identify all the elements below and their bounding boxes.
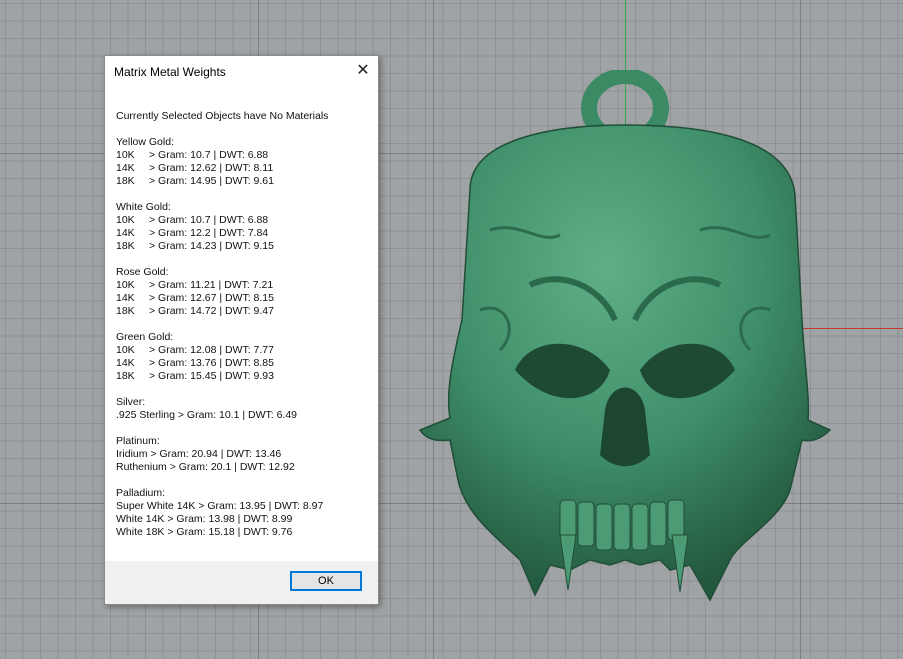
karat-label: 14K [116, 292, 135, 304]
weight-row: 14K > Gram: 12.67 | DWT: 8.15 [116, 292, 372, 305]
weight-value: > Gram: 12.67 | DWT: 8.15 [149, 292, 274, 304]
karat-label: 18K [116, 175, 135, 187]
karat-label: 10K [116, 344, 135, 356]
weight-row: 10K > Gram: 11.21 | DWT: 7.21 [116, 279, 372, 292]
weight-value: > Gram: 12.2 | DWT: 7.84 [149, 227, 269, 239]
metal-group-title: Rose Gold: [116, 266, 169, 278]
dialog-content: Currently Selected Objects have No Mater… [116, 110, 372, 552]
weight-value: > Gram: 12.62 | DWT: 8.11 [149, 162, 274, 174]
karat-label: 14K [116, 357, 135, 369]
weight-row: 14K > Gram: 12.62 | DWT: 8.11 [116, 162, 372, 175]
weight-value: > Gram: 15.45 | DWT: 9.93 [149, 370, 274, 382]
weight-value: > Gram: 10.7 | DWT: 6.88 [149, 149, 269, 161]
metal-groups: Yellow Gold: 10K > Gram: 10.7 | DWT: 6.88 1… [116, 136, 372, 539]
close-icon[interactable]: ✕ [352, 60, 374, 82]
dialog-titlebar[interactable]: Matrix Metal Weights ✕ [105, 56, 378, 87]
weight-value: > Gram: 14.72 | DWT: 9.47 [149, 305, 274, 317]
karat-label: 10K [116, 214, 135, 226]
karat-label: 10K [116, 149, 135, 161]
metal-group: White Gold: 10K > Gram: 10.7 | DWT: 6.88 14… [116, 201, 372, 253]
skull-pendant-model[interactable] [410, 70, 840, 610]
weight-row: 18K > Gram: 14.23 | DWT: 9.15 [116, 240, 372, 253]
weight-value: > Gram: 14.95 | DWT: 9.61 [149, 175, 274, 187]
metal-group: Yellow Gold: 10K > Gram: 10.7 | DWT: 6.88 1… [116, 136, 372, 188]
weight-row: Iridium > Gram: 20.94 | DWT: 13.46 [116, 448, 372, 461]
metal-group-title: Green Gold: [116, 331, 174, 343]
karat-label: 18K [116, 305, 135, 317]
weight-row: 10K > Gram: 12.08 | DWT: 7.77 [116, 344, 372, 357]
weight-value: Iridium > Gram: 20.94 | DWT: 13.46 [116, 448, 282, 460]
weight-value: > Gram: 13.76 | DWT: 8.85 [149, 357, 274, 369]
weight-value: .925 Sterling > Gram: 10.1 | DWT: 6.49 [116, 409, 298, 421]
metal-group: Green Gold: 10K > Gram: 12.08 | DWT: 7.77 1… [116, 331, 372, 383]
metal-group-title: Yellow Gold: [116, 136, 174, 148]
karat-label: 14K [116, 162, 135, 174]
weight-row: 18K > Gram: 14.95 | DWT: 9.61 [116, 175, 372, 188]
karat-label: 10K [116, 279, 135, 291]
weight-value: > Gram: 12.08 | DWT: 7.77 [149, 344, 274, 356]
metal-weights-dialog: Matrix Metal Weights ✕ Currently Selecte… [104, 55, 379, 605]
ok-button[interactable]: OK [290, 571, 362, 591]
weight-value: White 14K > Gram: 13.98 | DWT: 8.99 [116, 513, 293, 525]
metal-group: Silver: .925 Sterling > Gram: 10.1 | DWT:… [116, 396, 372, 422]
weight-row: 18K > Gram: 14.72 | DWT: 9.47 [116, 305, 372, 318]
weight-row: Super White 14K > Gram: 13.95 | DWT: 8.9… [116, 500, 372, 513]
weight-row: 14K > Gram: 12.2 | DWT: 7.84 [116, 227, 372, 240]
weight-row: White 14K > Gram: 13.98 | DWT: 8.99 [116, 513, 372, 526]
weight-value: > Gram: 14.23 | DWT: 9.15 [149, 240, 274, 252]
metal-group: Palladium: Super White 14K > Gram: 13.95 … [116, 487, 372, 539]
selection-status: Currently Selected Objects have No Mater… [116, 110, 329, 122]
weight-row: White 18K > Gram: 15.18 | DWT: 9.76 [116, 526, 372, 539]
weight-value: White 18K > Gram: 15.18 | DWT: 9.76 [116, 526, 293, 538]
metal-group: Platinum: Iridium > Gram: 20.94 | DWT: 13… [116, 435, 372, 474]
weight-row: .925 Sterling > Gram: 10.1 | DWT: 6.49 [116, 409, 372, 422]
weight-row: 10K > Gram: 10.7 | DWT: 6.88 [116, 149, 372, 162]
metal-group-title: White Gold: [116, 201, 171, 213]
metal-group: Rose Gold: 10K > Gram: 11.21 | DWT: 7.21 14… [116, 266, 372, 318]
weight-value: > Gram: 11.21 | DWT: 7.21 [149, 279, 274, 291]
weight-value: Super White 14K > Gram: 13.95 | DWT: 8.9… [116, 500, 324, 512]
dialog-footer: OK [105, 561, 378, 604]
metal-group-title: Silver: [116, 396, 146, 408]
weight-row: Ruthenium > Gram: 20.1 | DWT: 12.92 [116, 461, 372, 474]
weight-row: 10K > Gram: 10.7 | DWT: 6.88 [116, 214, 372, 227]
dialog-title: Matrix Metal Weights [114, 65, 226, 79]
metal-group-title: Palladium: [116, 487, 166, 499]
weight-value: > Gram: 10.7 | DWT: 6.88 [149, 214, 269, 226]
weight-row: 18K > Gram: 15.45 | DWT: 9.93 [116, 370, 372, 383]
weight-value: Ruthenium > Gram: 20.1 | DWT: 12.92 [116, 461, 295, 473]
karat-label: 18K [116, 240, 135, 252]
metal-group-title: Platinum: [116, 435, 160, 447]
karat-label: 18K [116, 370, 135, 382]
weight-row: 14K > Gram: 13.76 | DWT: 8.85 [116, 357, 372, 370]
karat-label: 14K [116, 227, 135, 239]
